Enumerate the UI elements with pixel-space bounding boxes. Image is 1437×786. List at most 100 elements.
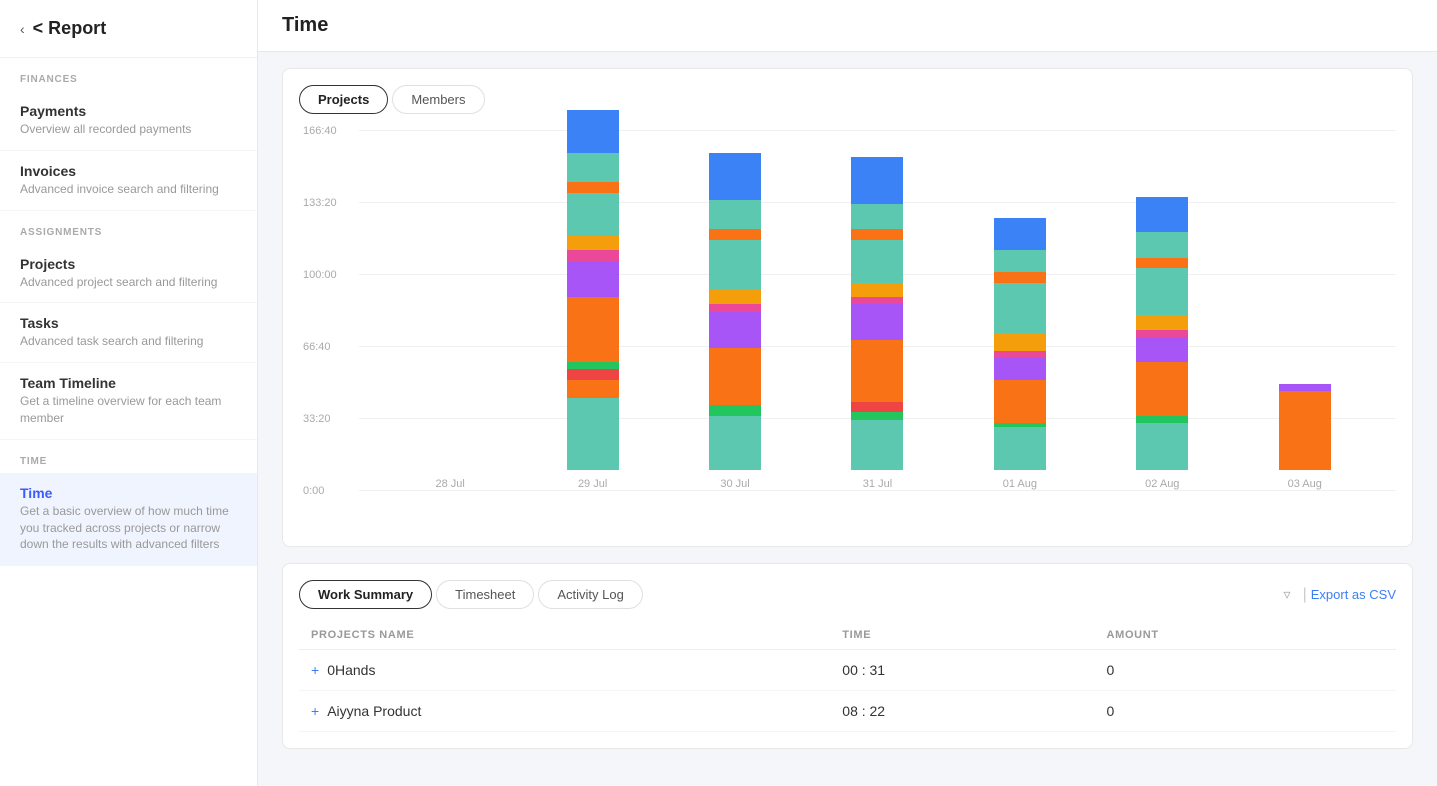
sidebar-section-label: FINANCES — [0, 58, 257, 91]
bar-segment — [709, 416, 761, 470]
sidebar-item-projects[interactable]: Projects Advanced project search and filt… — [0, 244, 257, 304]
grid-label: 33:20 — [303, 413, 331, 425]
sidebar-item-desc: Get a basic overview of how much time yo… — [20, 503, 237, 553]
chart-tab-projects[interactable]: Projects — [299, 85, 388, 114]
bar-segment — [994, 272, 1046, 283]
bar-segment — [709, 200, 761, 229]
bar-segment — [851, 420, 903, 470]
bar-segment — [567, 236, 619, 250]
back-icon[interactable]: ‹ — [20, 21, 25, 37]
project-name-cell: + Aiyyna Product — [299, 691, 830, 732]
bar-segment — [709, 348, 761, 406]
sidebar-header[interactable]: ‹ < Report — [0, 0, 257, 58]
bar-segment — [709, 304, 761, 311]
bar-segment — [1136, 268, 1188, 315]
grid-label: 166:40 — [303, 125, 337, 137]
bar-segment — [851, 412, 903, 419]
bar-x-label: 29 Jul — [578, 478, 607, 490]
stacked-bar — [851, 157, 903, 470]
bar-group: 28 Jul — [424, 470, 476, 490]
bar-segment — [709, 312, 761, 348]
chart-tab-members[interactable]: Members — [392, 85, 484, 114]
bar-segment — [709, 229, 761, 240]
stacked-bar — [1136, 196, 1188, 470]
bottom-tab-timesheet[interactable]: Timesheet — [436, 580, 534, 609]
bar-segment — [709, 240, 761, 290]
sidebar-item-tasks[interactable]: TasksAdvanced task search and filtering — [0, 303, 257, 363]
bar-segment — [851, 340, 903, 401]
bar-segment — [567, 110, 619, 153]
bar-x-label: 30 Jul — [720, 478, 749, 490]
bar-segment — [851, 157, 903, 204]
main-body: ProjectsMembers 166:40133:20100:0066:403… — [258, 52, 1437, 786]
sidebar-item-team-timeline[interactable]: Team Timeline Get a timeline overview for… — [0, 363, 257, 440]
bar-segment — [851, 402, 903, 413]
bar-segment — [567, 153, 619, 182]
row-expand-icon[interactable]: + — [311, 703, 319, 719]
divider: | — [1303, 586, 1307, 604]
sidebar-item-invoices[interactable]: InvoicesAdvanced invoice search and filt… — [0, 151, 257, 211]
bar-segment — [709, 153, 761, 200]
bar-segment — [994, 333, 1046, 351]
stacked-bar — [709, 153, 761, 470]
project-name: 0Hands — [327, 662, 375, 678]
sidebar-item-time[interactable]: TimeGet a basic overview of how much tim… — [0, 473, 257, 566]
main-content: Time ProjectsMembers 166:40133:20100:006… — [258, 0, 1437, 786]
amount-cell: 0 — [1095, 650, 1396, 691]
bar-segment — [994, 283, 1046, 333]
bar-group: 30 Jul — [709, 153, 761, 490]
bar-segment — [567, 261, 619, 297]
sidebar-section-label: ASSIGNMENTS — [0, 211, 257, 244]
page-title: Time — [282, 14, 328, 36]
time-cell: 00 : 31 — [830, 650, 1094, 691]
bar-segment — [851, 229, 903, 240]
projects-table: PROJECTS NAMETIMEAMOUNT +0Hands00 : 310+… — [299, 621, 1396, 732]
stacked-bar — [994, 218, 1046, 470]
main-header: Time — [258, 0, 1437, 52]
amount-cell: 0 — [1095, 691, 1396, 732]
sidebar-item-payments[interactable]: Payments Overview all recorded payments — [0, 91, 257, 151]
table-actions: ▿ | Export as CSV — [1284, 586, 1396, 604]
bar-segment — [1136, 330, 1188, 337]
bar-group: 03 Aug — [1279, 384, 1331, 490]
bar-segment — [851, 297, 903, 304]
stacked-bar — [567, 110, 619, 470]
table-col-time: TIME — [830, 621, 1094, 650]
grid-line: 0:00 — [359, 490, 1396, 491]
bar-segment — [709, 405, 761, 416]
bar-x-label: 28 Jul — [436, 478, 465, 490]
time-cell: 08 : 22 — [830, 691, 1094, 732]
sidebar-item-title: Projects — [20, 256, 237, 272]
bar-segment — [851, 204, 903, 229]
bar-x-label: 02 Aug — [1145, 478, 1179, 490]
filter-icon[interactable]: ▿ — [1284, 586, 1291, 603]
grid-label: 0:00 — [303, 485, 324, 497]
grid-label: 133:20 — [303, 197, 337, 209]
sidebar-item-desc: Overview all recorded payments — [20, 121, 237, 138]
bar-segment — [567, 182, 619, 193]
bar-x-label: 31 Jul — [863, 478, 892, 490]
bottom-tab-activity-log[interactable]: Activity Log — [538, 580, 642, 609]
bar-segment — [567, 193, 619, 236]
export-csv-button[interactable]: Export as CSV — [1311, 587, 1396, 602]
bar-group: 29 Jul — [567, 110, 619, 490]
bar-segment — [994, 380, 1046, 423]
bar-segment — [567, 369, 619, 380]
sidebar-section-label: TIME — [0, 440, 257, 473]
bar-segment — [994, 351, 1046, 358]
sidebar-item-title: Invoices — [20, 163, 237, 179]
project-name: Aiyyna Product — [327, 703, 421, 719]
sidebar-title: < Report — [33, 18, 107, 39]
grid-label: 66:40 — [303, 341, 331, 353]
bottom-tab-work-summary[interactable]: Work Summary — [299, 580, 432, 609]
bar-segment — [994, 250, 1046, 272]
table-col-amount: AMOUNT — [1095, 621, 1396, 650]
table-card-header: Work SummaryTimesheetActivity Log ▿ | Ex… — [299, 580, 1396, 609]
row-expand-icon[interactable]: + — [311, 662, 319, 678]
sidebar-item-title: Payments — [20, 103, 237, 119]
bar-segment — [1279, 391, 1331, 470]
sidebar-item-title: Team Timeline — [20, 375, 237, 391]
sidebar-item-desc: Get a timeline overview for each team me… — [20, 393, 237, 427]
bar-segment — [1136, 258, 1188, 269]
sidebar-item-desc: Advanced project search and filtering — [20, 274, 237, 291]
